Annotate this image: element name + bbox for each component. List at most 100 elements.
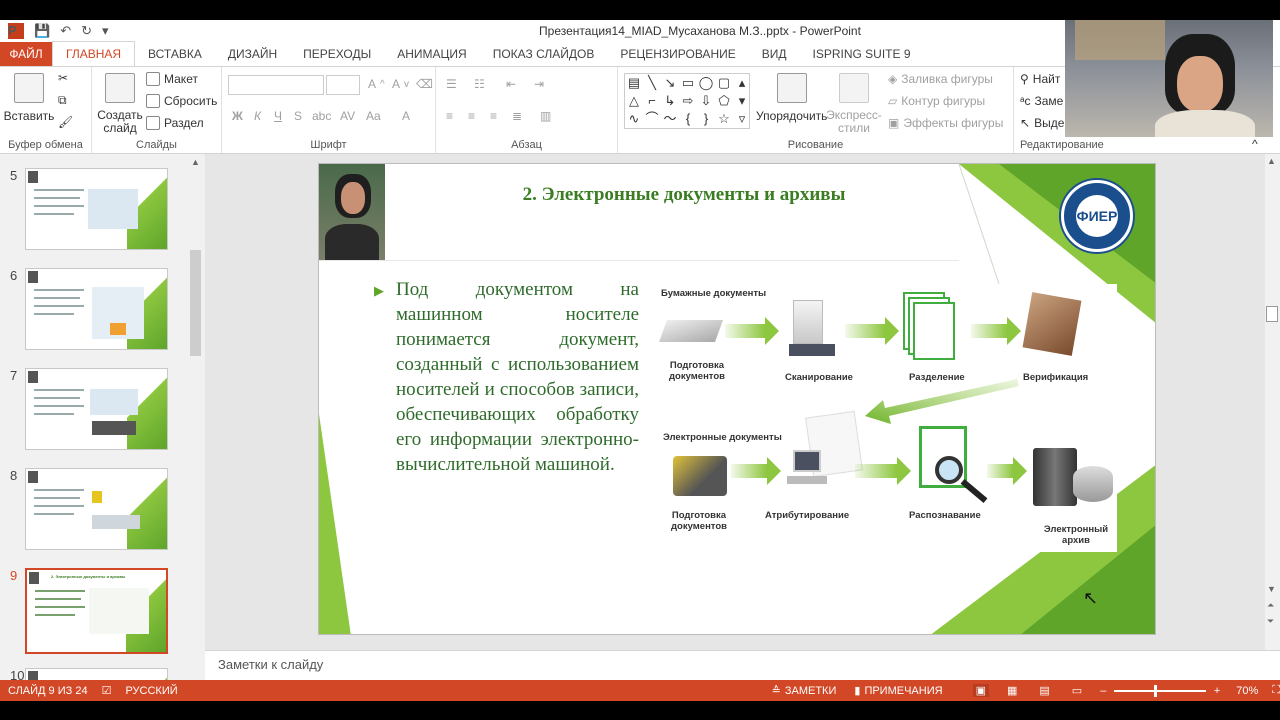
expand-shapes-icon[interactable]: ▿ — [733, 110, 751, 128]
arrow-line-shape-icon[interactable]: ↘ — [661, 74, 679, 92]
copy-icon[interactable]: ⧉ — [58, 93, 67, 108]
shapes-gallery[interactable]: ▤ ╲ ↘ ▭ ◯ ▢ ▴ △ ⌐ ↳ ⇨ ⇩ ⬠ ▾ ∿ ⌒ 〜{} ☆ ▿ — [624, 73, 750, 129]
curve-shape-icon[interactable]: ∿ — [625, 110, 643, 128]
thumbnail-slide-9[interactable]: 9 2. Электронные документы и архивы — [0, 568, 190, 654]
tab-transitions[interactable]: ПЕРЕХОДЫ — [290, 42, 384, 66]
tab-ispring[interactable]: ISPRING SUITE 9 — [800, 42, 924, 66]
shape-outline-button[interactable]: ▱ Контур фигуры — [888, 94, 985, 108]
textbox-shape-icon[interactable]: ▤ — [625, 74, 643, 92]
tab-review[interactable]: РЕЦЕНЗИРОВАНИЕ — [607, 42, 748, 66]
change-case-button[interactable]: Aa — [366, 109, 381, 123]
paste-button[interactable]: Вставить — [4, 73, 54, 123]
align-left-icon[interactable]: ≡ — [446, 109, 453, 123]
slide-canvas[interactable]: 2. Электронные документы и архивы ФИЕР ▶… — [318, 163, 1156, 635]
previous-slide-icon[interactable]: ⏶ — [1267, 600, 1274, 611]
right-arrow-shape-icon[interactable]: ⇨ — [679, 92, 697, 110]
scroll-thumb[interactable] — [1266, 306, 1278, 322]
elbow-arrow-shape-icon[interactable]: ↳ — [661, 92, 679, 110]
numbering-icon[interactable]: ☷ — [474, 77, 485, 91]
font-name-select[interactable] — [228, 75, 324, 95]
layout-button[interactable]: Макет — [146, 72, 198, 86]
font-size-select[interactable] — [326, 75, 360, 95]
down-arrow-shape-icon[interactable]: ⇩ — [697, 92, 715, 110]
columns-icon[interactable]: ▥ — [540, 109, 551, 123]
shape-fill-button[interactable]: ◈ Заливка фигуры — [888, 72, 993, 86]
quick-styles-button[interactable]: Экспресс-стили — [824, 73, 884, 135]
zoom-out-icon[interactable]: – — [1100, 685, 1106, 697]
align-center-icon[interactable]: ≡ — [468, 109, 475, 123]
redo-icon[interactable]: ↻ — [81, 23, 92, 39]
tab-design[interactable]: ДИЗАЙН — [215, 42, 290, 66]
increase-font-icon[interactable]: A ^ — [368, 77, 385, 91]
notes-pane[interactable]: Заметки к слайду — [205, 650, 1280, 680]
replace-button[interactable]: ᵃc Заме — [1020, 94, 1063, 108]
slide-title[interactable]: 2. Электронные документы и архивы — [449, 184, 919, 206]
save-icon[interactable]: 💾 — [34, 23, 50, 39]
tab-insert[interactable]: ВСТАВКА — [135, 42, 215, 66]
scroll-thumb[interactable] — [190, 250, 201, 356]
elbow-shape-icon[interactable]: ⌐ — [643, 92, 661, 110]
scroll-up-icon[interactable]: ▲ — [191, 157, 200, 167]
clear-format-icon[interactable]: ⌫ — [416, 77, 433, 91]
bold-button[interactable]: Ж — [232, 109, 243, 123]
notes-toggle-button[interactable]: ЗАМЕТКИ — [785, 685, 837, 697]
scroll-shapes-icon[interactable]: ▾ — [733, 92, 751, 110]
thumbnail-slide-5[interactable]: 5 — [0, 168, 190, 254]
more-shapes-icon[interactable]: ▴ — [733, 74, 751, 92]
tab-file[interactable]: ФАЙЛ — [0, 42, 52, 66]
tab-home[interactable]: ГЛАВНАЯ — [52, 41, 136, 66]
normal-view-icon[interactable]: ▣ — [972, 684, 989, 697]
font-color-button[interactable]: A — [402, 109, 410, 123]
customize-toolbar-icon[interactable]: ▾ — [102, 23, 109, 39]
tab-slideshow[interactable]: ПОКАЗ СЛАЙДОВ — [480, 42, 608, 66]
slide-body-text[interactable]: Под документом на машинном носителе пони… — [396, 277, 639, 477]
reset-button[interactable]: Сбросить — [146, 94, 217, 108]
pentagon-shape-icon[interactable]: ⬠ — [715, 92, 733, 110]
cut-icon[interactable]: ✂ — [58, 71, 68, 85]
undo-icon[interactable]: ↶ — [60, 23, 71, 39]
scroll-down-icon[interactable]: ▼ — [1267, 584, 1276, 594]
zoom-level[interactable]: 70% — [1236, 685, 1258, 697]
scroll-up-icon[interactable]: ▲ — [1267, 156, 1276, 166]
zoom-slider-thumb[interactable] — [1154, 684, 1158, 697]
thumbnail-slide-7[interactable]: 7 — [0, 368, 190, 454]
zoom-in-icon[interactable]: + — [1214, 685, 1220, 697]
italic-button[interactable]: К — [254, 109, 261, 123]
next-slide-icon[interactable]: ⏷ — [1267, 616, 1274, 627]
section-button[interactable]: Раздел — [146, 116, 204, 130]
thumbnail-slide-10[interactable]: 10 — [0, 668, 190, 680]
rectangle-shape-icon[interactable]: ▭ — [679, 74, 697, 92]
thumbnail-scrollbar[interactable]: ▲ — [188, 154, 204, 680]
right-brace-shape-icon[interactable]: } — [697, 110, 715, 128]
slideshow-icon[interactable]: ▭ — [1072, 684, 1082, 697]
slide-scrollbar[interactable]: ▲ ▼ ⏶ ⏷ — [1265, 154, 1280, 650]
workflow-diagram[interactable]: Бумажные документы Подготовка документов… — [658, 284, 1117, 552]
spellcheck-icon[interactable]: ☑ — [102, 684, 112, 697]
slide-sorter-icon[interactable]: ▦ — [1007, 684, 1017, 697]
justify-icon[interactable]: ≣ — [512, 109, 522, 123]
char-spacing-button[interactable]: AV — [340, 109, 355, 123]
shape-effects-button[interactable]: ▣ Эффекты фигуры — [888, 116, 1003, 130]
select-button[interactable]: ↖ Выде — [1020, 116, 1064, 130]
shadow-button[interactable]: abc — [312, 109, 331, 123]
wave-shape-icon[interactable]: 〜 — [661, 110, 679, 128]
left-brace-shape-icon[interactable]: { — [679, 110, 697, 128]
oval-shape-icon[interactable]: ◯ — [697, 74, 715, 92]
triangle-shape-icon[interactable]: △ — [625, 92, 643, 110]
rounded-rect-shape-icon[interactable]: ▢ — [715, 74, 733, 92]
new-slide-button[interactable]: Создать слайд — [97, 73, 143, 135]
line-shape-icon[interactable]: ╲ — [643, 74, 661, 92]
arrange-button[interactable]: Упорядочить — [756, 73, 827, 123]
comments-toggle-button[interactable]: ПРИМЕЧАНИЯ — [864, 685, 942, 697]
decrease-font-icon[interactable]: Av — [392, 77, 409, 91]
arc-shape-icon[interactable]: ⌒ — [643, 110, 661, 128]
fit-to-window-icon[interactable]: ⛶ — [1272, 684, 1280, 697]
thumbnail-slide-8[interactable]: 8 — [0, 468, 190, 554]
underline-button[interactable]: Ч — [274, 109, 282, 123]
bullets-icon[interactable]: ☰ — [446, 77, 457, 91]
indent-icon[interactable]: ⇤ — [506, 77, 516, 91]
tab-view[interactable]: ВИД — [749, 42, 800, 66]
tab-animations[interactable]: АНИМАЦИЯ — [384, 42, 479, 66]
thumbnail-slide-6[interactable]: 6 — [0, 268, 190, 354]
format-painter-icon[interactable]: 🖌 — [58, 115, 73, 129]
